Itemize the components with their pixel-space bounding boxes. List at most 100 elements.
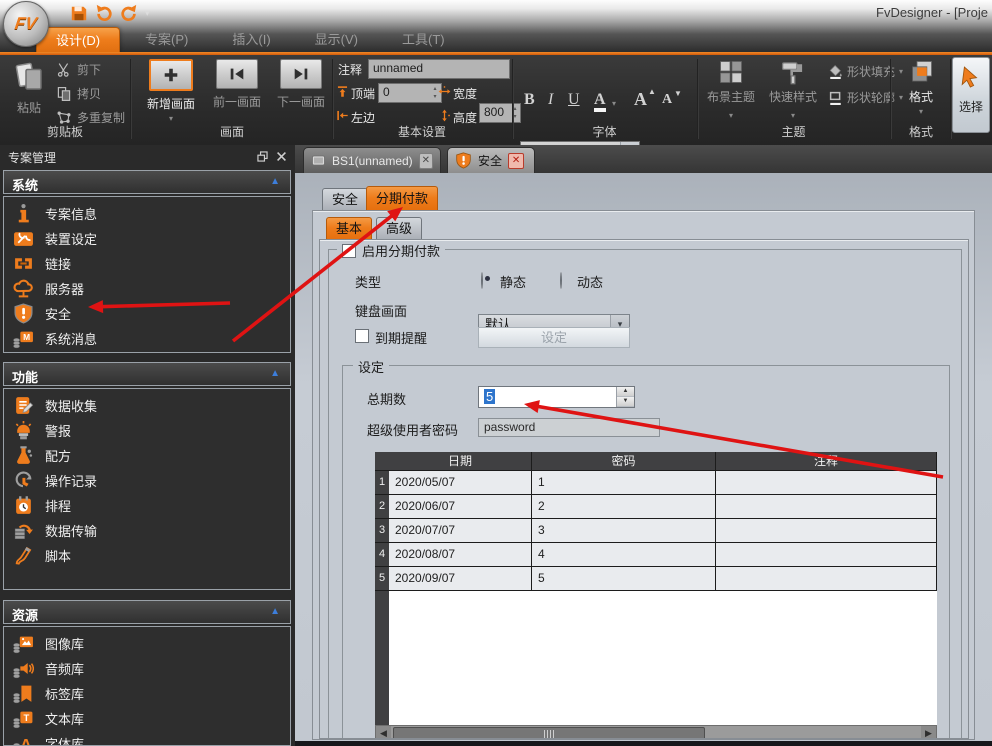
- sidebar-item[interactable]: 链接: [4, 251, 290, 276]
- sidebar-item[interactable]: 标签库: [4, 681, 290, 706]
- collapse-chevron-icon[interactable]: ▲: [270, 368, 280, 379]
- cell-note[interactable]: [716, 471, 937, 494]
- cell-password[interactable]: 1: [532, 471, 716, 494]
- section-header-resource[interactable]: 资源 ▲: [3, 600, 291, 624]
- column-header-note[interactable]: 注释: [716, 452, 937, 470]
- subtab-basic[interactable]: 基本: [326, 217, 372, 240]
- sidebar-item[interactable]: T 文本库: [4, 706, 290, 731]
- font-color-button[interactable]: A: [594, 91, 606, 112]
- cell-note[interactable]: [716, 567, 937, 590]
- prev-screen-button[interactable]: 前一画面: [206, 59, 268, 110]
- float-panel-icon[interactable]: [256, 150, 269, 163]
- cell-date[interactable]: 2020/09/07: [389, 567, 532, 590]
- tab-security[interactable]: 安全: [322, 188, 368, 211]
- underline-button[interactable]: U: [568, 91, 580, 109]
- static-radio[interactable]: [481, 272, 483, 289]
- spin-up-icon[interactable]: ▲: [617, 387, 634, 397]
- column-header-date[interactable]: 日期: [389, 452, 532, 470]
- save-icon[interactable]: [70, 4, 88, 22]
- ribbon-tab[interactable]: 工具(T): [383, 27, 464, 52]
- grow-font-button[interactable]: A: [634, 89, 647, 110]
- cell-note[interactable]: [716, 519, 937, 542]
- sidebar-item[interactable]: 专案信息: [4, 201, 290, 226]
- sidebar-item[interactable]: 装置设定: [4, 226, 290, 251]
- table-row[interactable]: 5 2020/09/07 5: [375, 567, 937, 591]
- copy-button[interactable]: 拷贝: [56, 85, 101, 102]
- select-tool-button[interactable]: 选择: [952, 57, 990, 133]
- table-row[interactable]: 3 2020/07/07 3: [375, 519, 937, 543]
- sidebar-item[interactable]: 数据传输: [4, 518, 290, 543]
- scroll-right-icon[interactable]: ▶: [921, 726, 936, 739]
- subtab-advanced[interactable]: 高级: [376, 217, 422, 240]
- cell-date[interactable]: 2020/07/07: [389, 519, 532, 542]
- cell-date[interactable]: 2020/06/07: [389, 495, 532, 518]
- cell-password[interactable]: 5: [532, 567, 716, 590]
- format-button[interactable]: 格式 ▾: [896, 59, 946, 116]
- collapse-chevron-icon[interactable]: ▲: [270, 176, 280, 187]
- cell-date[interactable]: 2020/08/07: [389, 543, 532, 566]
- shrink-font-button[interactable]: A: [662, 92, 672, 108]
- new-screen-dropdown-icon[interactable]: ▾: [140, 114, 202, 123]
- enable-installment-checkbox[interactable]: ✓: [342, 244, 356, 258]
- quick-style-button[interactable]: 快速样式 ▾: [762, 59, 824, 120]
- total-periods-spinner[interactable]: 5 ▲ ▼: [478, 386, 635, 408]
- sidebar-item[interactable]: M 系统消息: [4, 326, 290, 351]
- doc-tab-bs1[interactable]: BS1(unnamed) ✕: [303, 147, 441, 173]
- scrollbar-thumb[interactable]: [393, 727, 705, 739]
- sidebar-item[interactable]: 服务器: [4, 276, 290, 301]
- top-spinner[interactable]: 0 ▴▾: [378, 83, 442, 103]
- italic-button[interactable]: I: [548, 91, 553, 109]
- table-row[interactable]: 1 2020/05/07 1: [375, 471, 937, 495]
- collapse-chevron-icon[interactable]: ▲: [270, 606, 280, 617]
- cell-password[interactable]: 4: [532, 543, 716, 566]
- quickbar-more-icon[interactable]: ▾: [145, 4, 150, 22]
- ribbon-tab[interactable]: 插入(I): [213, 27, 289, 52]
- close-tab-icon[interactable]: ✕: [508, 153, 524, 169]
- due-reminder-checkbox[interactable]: [355, 329, 369, 343]
- sidebar-item[interactable]: 警报: [4, 418, 290, 443]
- font-color-dropdown-icon[interactable]: ▾: [612, 99, 616, 108]
- sidebar-item[interactable]: 音频库: [4, 656, 290, 681]
- doc-tab-security[interactable]: 安全 ✕: [447, 147, 535, 173]
- next-screen-button[interactable]: 下一画面: [270, 59, 332, 110]
- cell-date[interactable]: 2020/05/07: [389, 471, 532, 494]
- column-header-password[interactable]: 密码: [532, 452, 716, 470]
- note-field[interactable]: unnamed: [368, 59, 510, 79]
- sidebar-item[interactable]: 排程: [4, 493, 290, 518]
- table-row[interactable]: 2 2020/06/07 2: [375, 495, 937, 519]
- reminder-set-button[interactable]: 设定: [478, 327, 630, 348]
- bold-button[interactable]: B: [524, 91, 535, 109]
- close-panel-icon[interactable]: [275, 150, 288, 163]
- tab-installment[interactable]: 分期付款: [366, 186, 438, 211]
- sidebar-item[interactable]: 安全: [4, 301, 290, 326]
- cell-password[interactable]: 2: [532, 495, 716, 518]
- sidebar-item[interactable]: 图像库: [4, 631, 290, 656]
- section-header-system[interactable]: 系统 ▲: [3, 170, 291, 194]
- super-user-password-field[interactable]: password: [478, 418, 660, 437]
- spin-down-icon[interactable]: ▼: [617, 397, 634, 407]
- cell-note[interactable]: [716, 495, 937, 518]
- ribbon-tab[interactable]: 专案(P): [126, 27, 207, 52]
- paste-button[interactable]: 粘贴: [6, 59, 52, 121]
- section-header-function[interactable]: 功能 ▲: [3, 362, 291, 386]
- sidebar-item[interactable]: 操作记录: [4, 468, 290, 493]
- cut-button[interactable]: 剪下: [56, 61, 101, 78]
- sidebar-item[interactable]: 脚本: [4, 543, 290, 568]
- redo-icon[interactable]: [120, 4, 138, 22]
- app-logo[interactable]: FV: [3, 1, 49, 47]
- ribbon-tab[interactable]: 设计(D): [36, 27, 120, 53]
- scene-theme-button[interactable]: 布景主题 ▾: [702, 59, 760, 120]
- cell-note[interactable]: [716, 543, 937, 566]
- sidebar-item[interactable]: A 字体库: [4, 731, 290, 746]
- ribbon-tab[interactable]: 显示(V): [296, 27, 377, 52]
- scroll-left-icon[interactable]: ◀: [376, 726, 391, 739]
- cell-password[interactable]: 3: [532, 519, 716, 542]
- horizontal-scrollbar[interactable]: ◀ ▶: [375, 725, 937, 739]
- dynamic-radio[interactable]: [560, 272, 562, 289]
- width-spinner[interactable]: 800 ▴▾: [479, 103, 521, 123]
- table-row[interactable]: 4 2020/08/07 4: [375, 543, 937, 567]
- undo-icon[interactable]: [95, 4, 113, 22]
- close-tab-icon[interactable]: ✕: [419, 153, 433, 169]
- sidebar-item[interactable]: 配方: [4, 443, 290, 468]
- new-screen-button[interactable]: 新增画面 ▾: [140, 59, 202, 123]
